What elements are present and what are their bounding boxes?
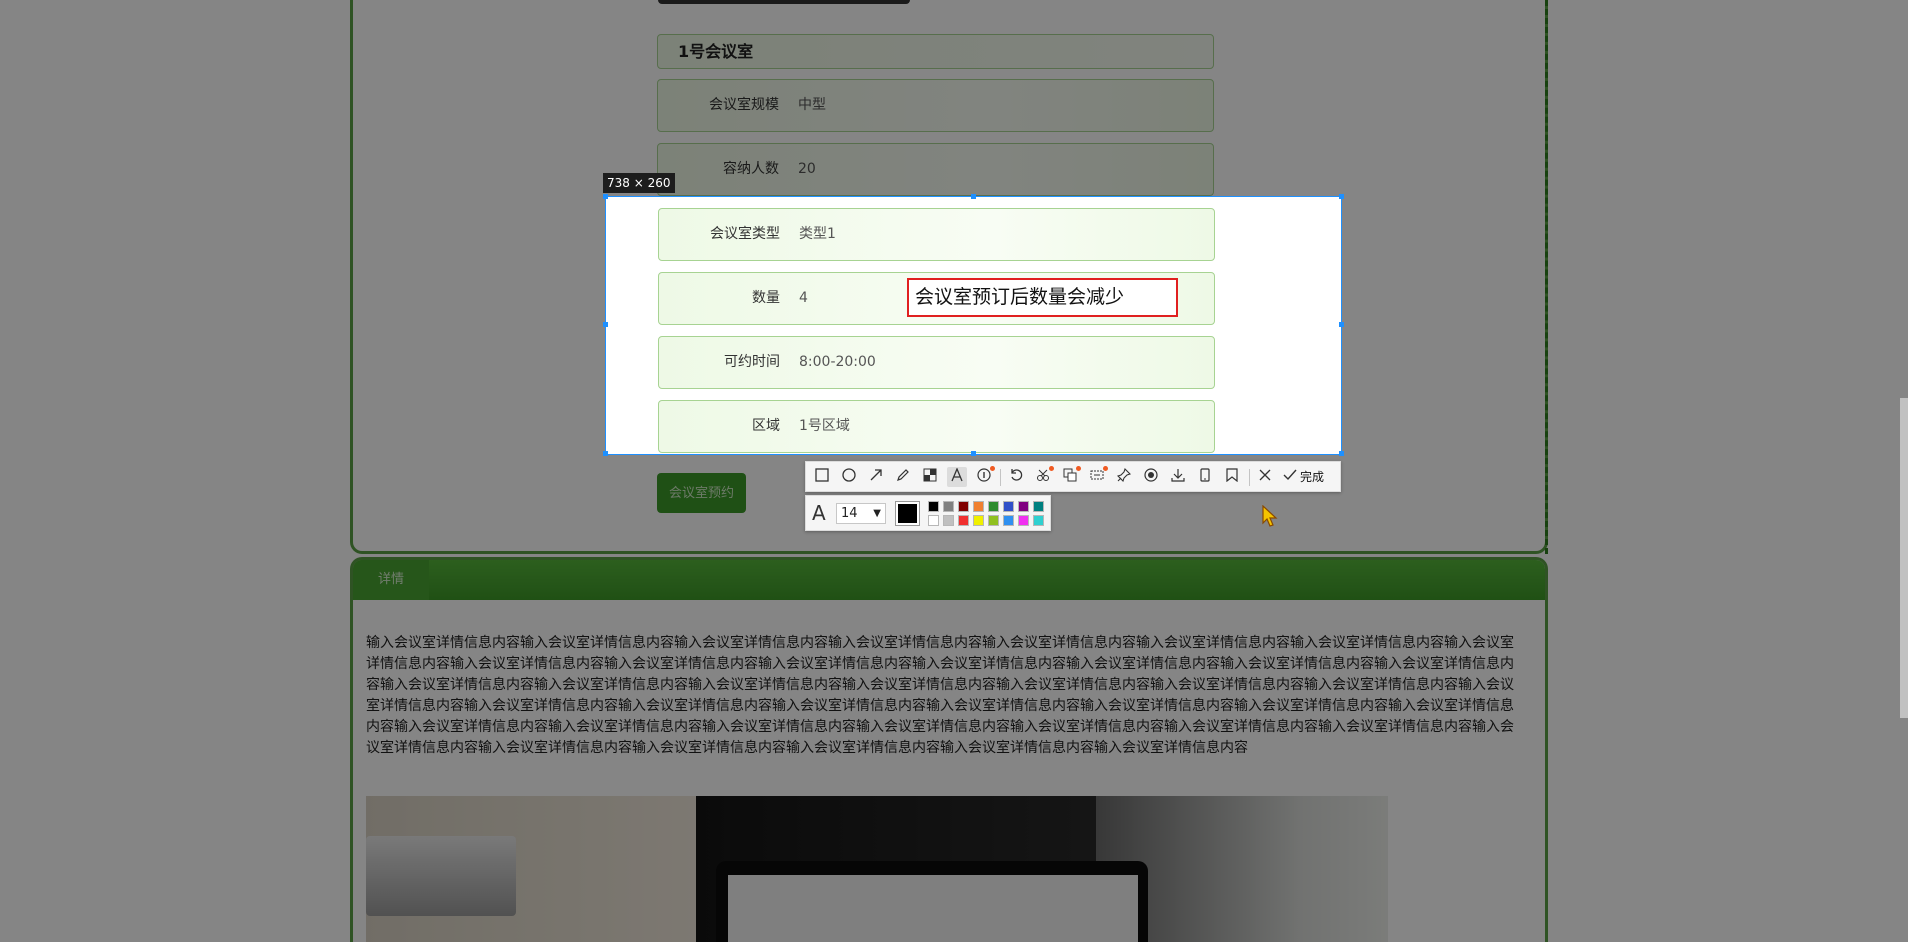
color-swatch[interactable] <box>1033 515 1044 526</box>
capture-selection[interactable]: 会议室类型 类型1 数量 4 可约时间 8:00-20:00 区域 1号区域 <box>605 196 1342 455</box>
ocr-icon[interactable] <box>1033 466 1054 487</box>
mosaic-icon[interactable] <box>920 467 940 487</box>
color-swatch[interactable] <box>1033 501 1044 512</box>
color-swatch[interactable] <box>988 515 999 526</box>
scrollbar-thumb[interactable] <box>1900 398 1908 718</box>
close-icon[interactable] <box>1255 467 1275 487</box>
font-size-select[interactable]: 14 ▼ <box>836 503 886 524</box>
color-swatch[interactable] <box>943 501 954 512</box>
selection-size-label: 738 × 260 <box>603 173 675 193</box>
current-color-swatch[interactable] <box>895 501 920 526</box>
resize-handle-se[interactable] <box>1339 451 1344 456</box>
field-value: 中型 <box>798 97 826 113</box>
detail-image <box>366 796 1388 942</box>
color-swatch[interactable] <box>973 515 984 526</box>
scroll-capture-icon[interactable] <box>1087 466 1108 487</box>
pencil-icon[interactable] <box>893 467 913 487</box>
field-label: 容纳人数 <box>723 161 779 177</box>
color-swatch[interactable] <box>958 515 969 526</box>
resize-handle-w[interactable] <box>603 322 608 327</box>
font-icon: A <box>812 501 826 525</box>
tab-detail[interactable]: 详情 <box>353 560 429 600</box>
pin-icon[interactable] <box>1114 467 1134 487</box>
color-swatch[interactable] <box>1003 515 1014 526</box>
color-swatch[interactable] <box>1018 515 1029 526</box>
field-label: 会议室规模 <box>709 97 779 113</box>
translate-icon[interactable] <box>1060 466 1081 487</box>
resize-handle-ne[interactable] <box>1339 194 1344 199</box>
field-row-capacity: 容纳人数 20 <box>657 143 1214 196</box>
detail-text: 输入会议室详情信息内容输入会议室详情信息内容输入会议室详情信息内容输入会议室详情… <box>366 635 1514 756</box>
color-swatch[interactable] <box>943 515 954 526</box>
text-annotation[interactable]: 会议室预订后数量会减少 <box>907 278 1178 317</box>
arrow-icon[interactable] <box>866 467 886 487</box>
color-swatch[interactable] <box>988 501 999 512</box>
text-properties-bar: A 14 ▼ <box>805 495 1051 531</box>
color-swatch[interactable] <box>973 501 984 512</box>
ellipse-icon[interactable] <box>839 467 859 487</box>
field-row-scale: 会议室规模 中型 <box>657 79 1214 132</box>
undo-icon[interactable] <box>1006 467 1026 487</box>
resize-handle-s[interactable] <box>971 451 976 456</box>
color-swatch[interactable] <box>928 515 939 526</box>
resize-handle-n[interactable] <box>971 194 976 199</box>
color-swatch[interactable] <box>1018 501 1029 512</box>
record-icon[interactable] <box>1141 467 1161 487</box>
bookmark-icon[interactable] <box>1222 467 1242 487</box>
color-swatch[interactable] <box>958 501 969 512</box>
resize-handle-nw[interactable] <box>603 194 608 199</box>
mouse-cursor-icon <box>1262 505 1278 527</box>
download-icon[interactable] <box>1168 467 1188 487</box>
color-swatch[interactable] <box>1003 501 1014 512</box>
reserve-button[interactable]: 会议室预约 <box>657 473 746 513</box>
check-icon[interactable] <box>1280 467 1300 487</box>
resize-handle-e[interactable] <box>1339 322 1344 327</box>
room-title: 1号会议室 <box>657 34 1214 69</box>
done-button[interactable]: 完成 <box>1300 467 1324 487</box>
capture-toolbar: 完成 <box>805 461 1341 492</box>
font-size-value: 14 <box>841 506 858 521</box>
field-value: 20 <box>798 161 816 177</box>
serial-number-icon[interactable] <box>974 466 995 487</box>
detail-panel: 详情 输入会议室详情信息内容输入会议室详情信息内容输入会议室详情信息内容输入会议… <box>350 557 1548 942</box>
detail-header: 详情 <box>353 560 1545 600</box>
mobile-icon[interactable] <box>1195 467 1215 487</box>
color-swatch[interactable] <box>928 501 939 512</box>
text-icon[interactable] <box>947 467 967 487</box>
rectangle-icon[interactable] <box>812 467 832 487</box>
resize-handle-sw[interactable] <box>603 451 608 456</box>
chevron-down-icon: ▼ <box>873 508 881 519</box>
